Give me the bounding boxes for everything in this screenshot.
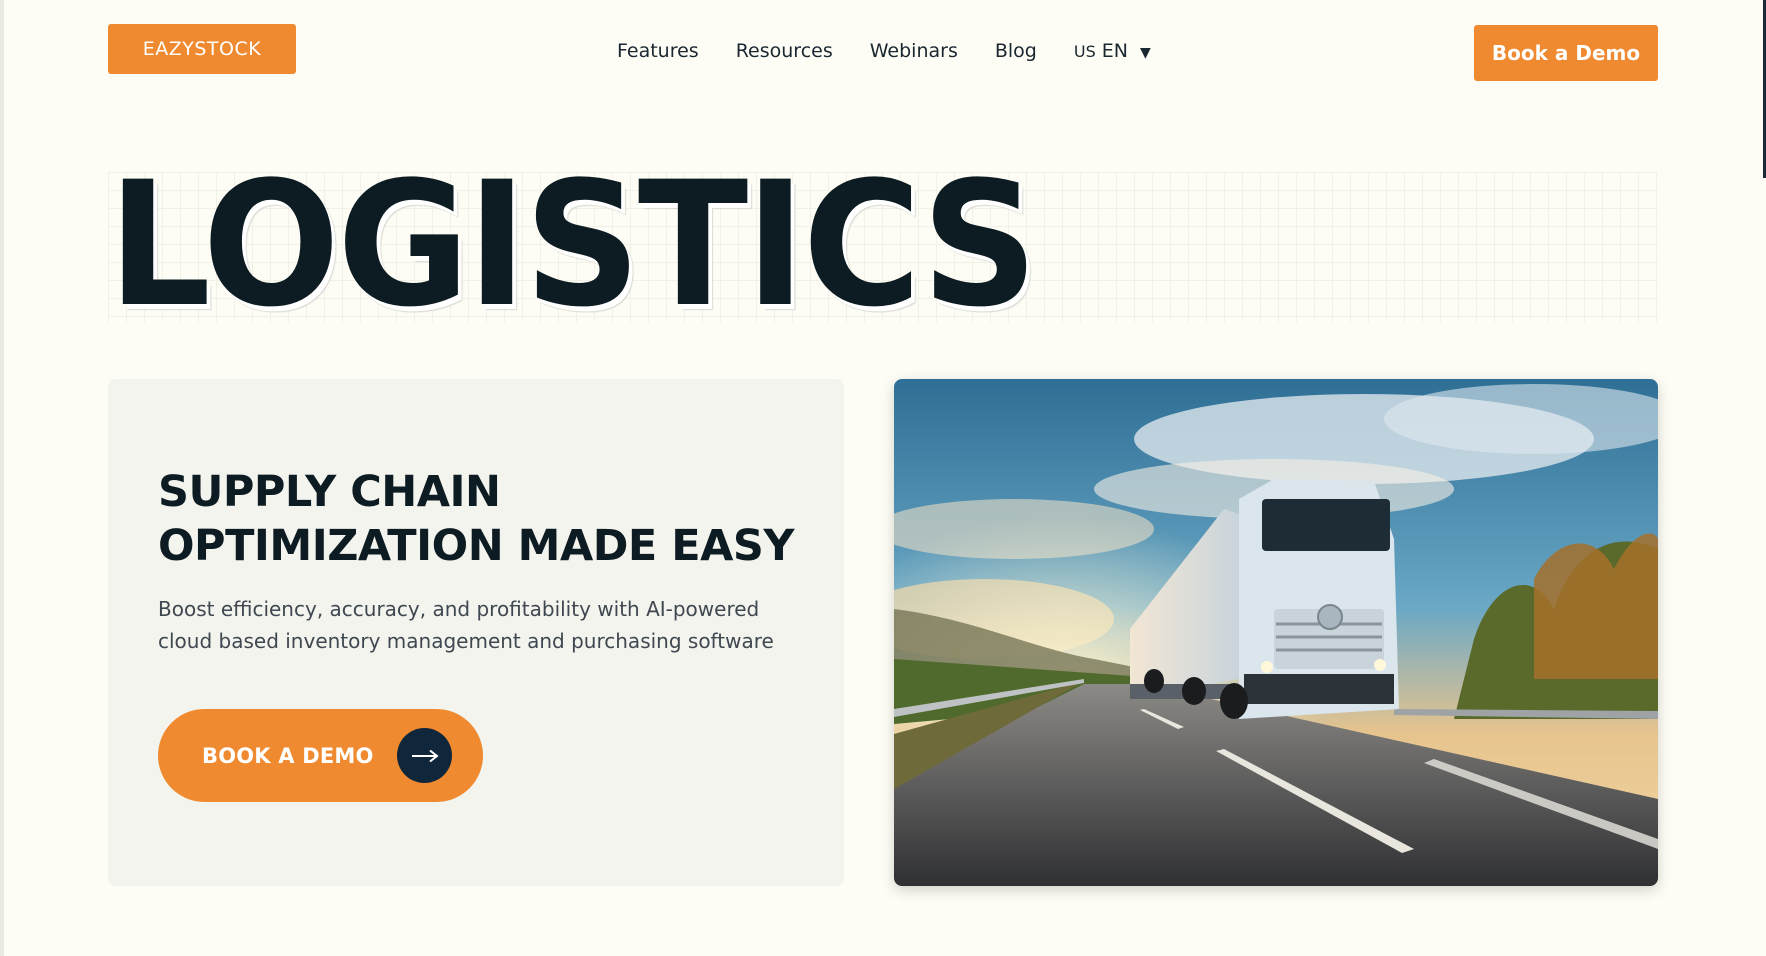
language-code: EN <box>1101 40 1128 62</box>
main-nav: Features Resources Webinars Blog US EN ▼ <box>617 40 1151 62</box>
logo[interactable]: EAZYSTOCK <box>108 24 296 74</box>
truck-on-highway-image <box>894 379 1658 886</box>
chevron-down-icon: ▼ <box>1139 45 1151 61</box>
hero-card-subtitle: Boost efficiency, accuracy, and profitab… <box>158 597 774 653</box>
page-title: LOGISTICS <box>108 144 1038 345</box>
book-a-demo-cta-button[interactable]: BOOK A DEMO <box>158 709 483 802</box>
hero-card-title: SUPPLY CHAIN OPTIMIZATION MADE EASY <box>158 467 795 571</box>
hero-card: SUPPLY CHAIN OPTIMIZATION MADE EASY Boos… <box>108 379 844 886</box>
flag-icon: US <box>1073 42 1096 61</box>
nav-item-resources[interactable]: Resources <box>736 40 833 62</box>
nav-item-features[interactable]: Features <box>617 40 699 62</box>
book-demo-button[interactable]: Book a Demo <box>1474 25 1658 81</box>
cta-label: BOOK A DEMO <box>202 743 374 768</box>
nav-item-webinars[interactable]: Webinars <box>870 40 958 62</box>
arrow-right-icon <box>397 728 452 783</box>
language-selector[interactable]: US EN ▼ <box>1074 40 1151 62</box>
nav-item-blog[interactable]: Blog <box>995 40 1037 62</box>
